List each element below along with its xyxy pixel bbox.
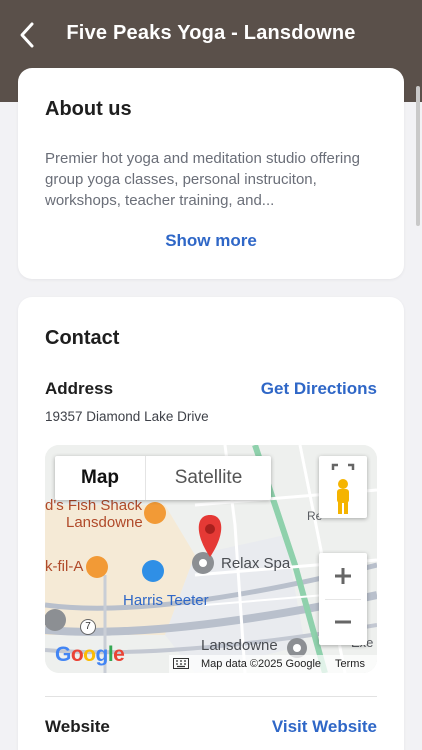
visit-website-link[interactable]: Visit Website xyxy=(272,717,377,737)
website-label: Website xyxy=(45,717,110,736)
about-description: Premier hot yoga and meditation studio o… xyxy=(45,150,360,209)
map-attribution: Map data ©2025 Google xyxy=(201,658,322,670)
route-shield: 7 xyxy=(80,619,96,635)
get-directions-link[interactable]: Get Directions xyxy=(261,379,377,399)
address-label: Address xyxy=(45,379,114,398)
map-label-harris-teeter: Harris Teeter xyxy=(123,592,209,609)
map-attribution-bar: Map data ©2025 Google Terms xyxy=(169,655,377,673)
zoom-out-button[interactable] xyxy=(319,599,367,645)
scrollbar[interactable] xyxy=(416,86,420,226)
page-title: Five Peaks Yoga - Lansdowne xyxy=(66,22,356,44)
map-label-chick-fil-a: k-fil-A xyxy=(45,558,84,575)
map-terms-link[interactable]: Terms xyxy=(335,658,365,670)
google-logo: Google xyxy=(55,643,125,666)
map-view[interactable]: d's Fish Shack Lansdowne k-fil-A Harris … xyxy=(45,445,377,673)
map-type-toggle: Map Satellite xyxy=(55,456,271,500)
about-card: About us Premier hot yoga and meditation… xyxy=(18,68,404,279)
plus-icon xyxy=(335,568,351,584)
map-label-lansdowne-south: Lansdowne xyxy=(201,637,278,654)
show-more-button[interactable]: Show more xyxy=(18,231,404,251)
contact-card: Contact Address Get Directions 19357 Dia… xyxy=(18,297,404,750)
map-label-relax-spa: Relax Spa xyxy=(221,555,291,572)
pegman-icon xyxy=(337,479,349,514)
satellite-tab[interactable]: Satellite xyxy=(146,456,271,500)
zoom-in-button[interactable] xyxy=(319,553,367,599)
map-label-lansdowne: Lansdowne xyxy=(66,514,143,531)
minus-icon xyxy=(335,620,351,624)
street-view-control[interactable] xyxy=(319,456,367,518)
contact-heading: Contact xyxy=(45,327,120,349)
section-divider xyxy=(45,696,377,697)
zoom-controls xyxy=(319,553,367,645)
zoom-divider xyxy=(325,599,361,600)
map-tab[interactable]: Map xyxy=(55,456,146,500)
keyboard-icon[interactable] xyxy=(173,658,189,669)
about-heading: About us xyxy=(45,98,132,120)
address-text: 19357 Diamond Lake Drive xyxy=(45,409,209,424)
